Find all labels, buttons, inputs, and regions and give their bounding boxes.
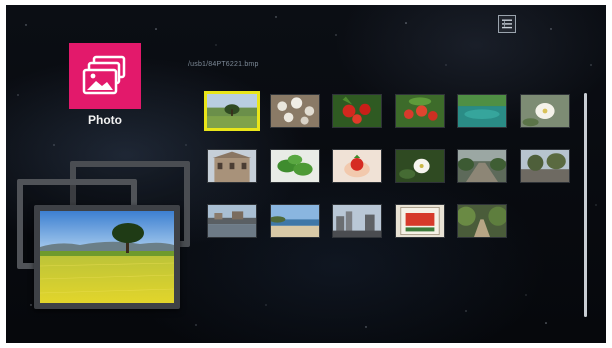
thumbnail-image	[458, 205, 506, 237]
photo-app-tile[interactable]	[69, 43, 141, 109]
thumbnail-image	[208, 150, 256, 182]
scrollbar-thumb[interactable]	[584, 93, 587, 317]
list-glyph	[502, 19, 512, 29]
preview-image	[40, 211, 174, 303]
media-player-screen: Photo /usb1/84PT6221.bmp	[6, 5, 606, 343]
thumbnail-image	[333, 150, 381, 182]
thumb-framed-poster[interactable]	[394, 204, 445, 238]
thumbnail-image	[333, 205, 381, 237]
thumbnail-image	[395, 95, 444, 127]
thumb-garden-path[interactable]	[457, 149, 507, 183]
thumb-harbor[interactable]	[207, 204, 257, 238]
scrollbar-track[interactable]	[584, 93, 587, 317]
thumb-green-leaves[interactable]	[269, 149, 320, 183]
thumb-strawberries-closeup[interactable]	[394, 94, 445, 128]
thumbnail-image	[458, 150, 506, 182]
thumbnail-image	[208, 205, 256, 237]
thumb-city-street[interactable]	[332, 204, 382, 238]
thumbnail-image	[207, 94, 257, 128]
menu-list-icon[interactable]	[498, 15, 516, 33]
thumb-forest-path[interactable]	[457, 204, 507, 238]
thumb-hand-strawberry[interactable]	[332, 149, 382, 183]
thumb-stone-building[interactable]	[207, 149, 257, 183]
photo-app-icon	[82, 55, 126, 95]
thumb-tree-street[interactable]	[519, 149, 570, 183]
thumbnail-image	[270, 205, 319, 237]
thumb-field-tree[interactable]	[204, 91, 260, 131]
preview-frame-front	[34, 205, 180, 309]
thumbnail-image	[270, 95, 319, 127]
thumb-strawberries[interactable]	[332, 94, 382, 128]
thumb-white-bloom[interactable]	[394, 149, 445, 183]
thumb-teal-lake[interactable]	[457, 94, 507, 128]
thumbnail-image	[270, 150, 319, 182]
app-label: Photo	[88, 113, 122, 127]
thumbnail-image	[333, 95, 381, 127]
thumbnail-image	[520, 95, 569, 127]
thumbnail-image	[520, 150, 569, 182]
thumbnail-image	[395, 150, 444, 182]
thumb-white-blossoms[interactable]	[269, 94, 320, 128]
thumbnail-image	[458, 95, 506, 127]
current-file-path: /usb1/84PT6221.bmp	[188, 61, 259, 68]
thumb-white-flower[interactable]	[519, 94, 570, 128]
thumbnail-image	[395, 205, 444, 237]
thumb-beach[interactable]	[269, 204, 320, 238]
